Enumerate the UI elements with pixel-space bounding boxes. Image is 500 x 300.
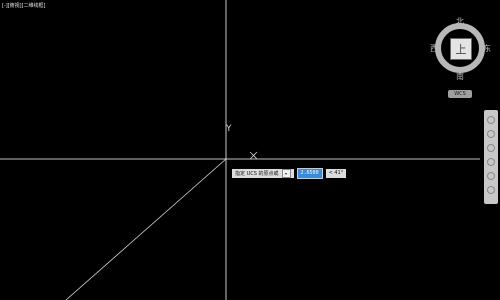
showmotion-icon[interactable] xyxy=(487,172,495,180)
ucs-y-axis-label: Y xyxy=(226,124,232,134)
dynamic-input-prompt: 指定 UCS 的原点或 ▾ xyxy=(232,168,294,178)
orbit-icon[interactable] xyxy=(487,158,495,166)
drawn-line xyxy=(65,158,227,300)
full-navigation-wheel-icon[interactable] xyxy=(487,116,495,124)
viewcube-west[interactable]: 西 xyxy=(430,43,438,54)
dynamic-input-tooltip: 指定 UCS 的原点或 ▾ 2.6500 < 41° xyxy=(232,167,347,179)
viewcube-south[interactable]: 南 xyxy=(456,71,464,82)
down-arrow-icon[interactable]: ▾ xyxy=(281,168,291,178)
prompt-text: 指定 UCS 的原点或 xyxy=(235,170,279,177)
navigation-bar xyxy=(484,110,498,204)
wcs-menu-button[interactable]: WCS xyxy=(448,90,472,98)
cursor-pick-marker xyxy=(249,151,258,160)
drawing-canvas[interactable] xyxy=(0,0,500,300)
viewcube-north[interactable]: 北 xyxy=(456,16,464,27)
distance-input-field[interactable]: 2.6500 xyxy=(296,167,323,179)
viewcube-top-face[interactable]: 上 xyxy=(450,38,472,60)
pan-icon[interactable] xyxy=(487,130,495,138)
angle-input-field[interactable]: < 41° xyxy=(325,168,347,178)
navigation-settings-icon[interactable] xyxy=(487,186,495,194)
viewcube-east[interactable]: 东 xyxy=(483,43,491,54)
zoom-icon[interactable] xyxy=(487,144,495,152)
